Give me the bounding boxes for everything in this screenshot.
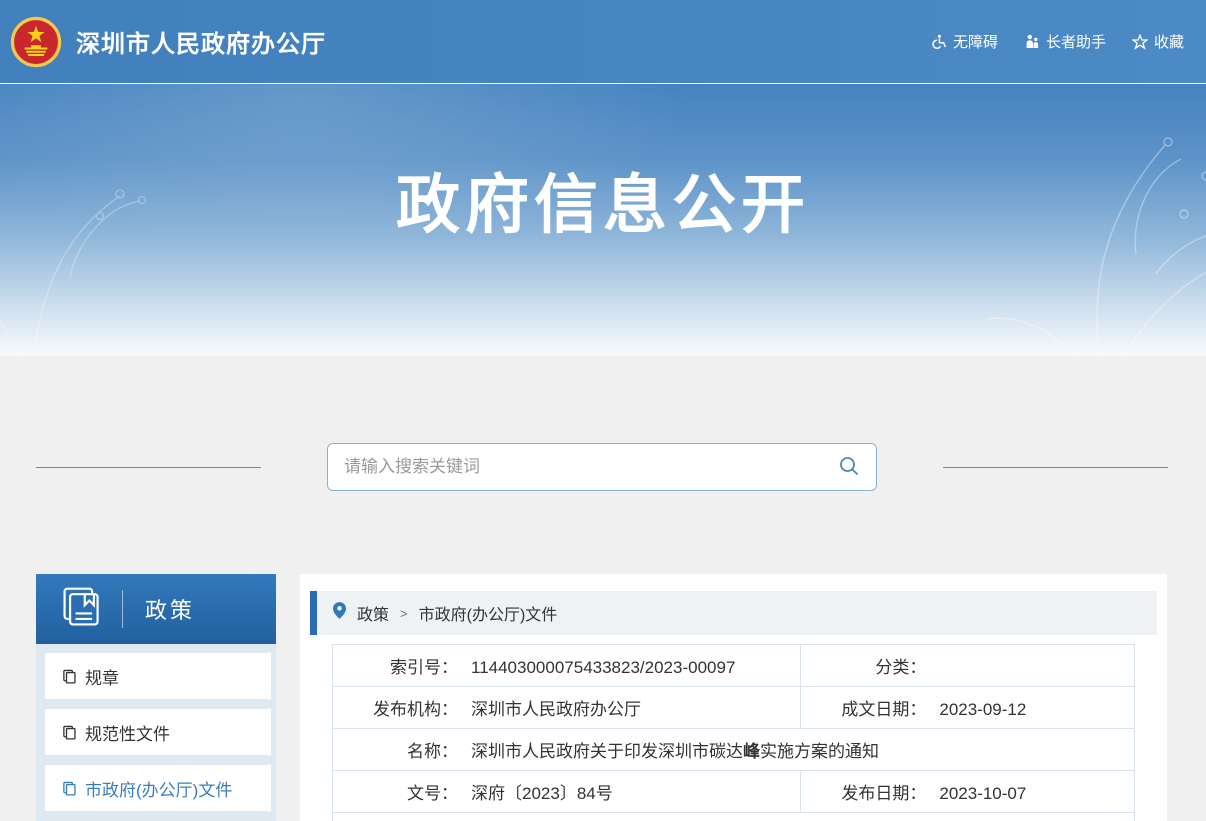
elder-assist-link[interactable]: 长者助手	[1024, 31, 1106, 52]
sidebar-title: 政策	[145, 593, 195, 625]
breadcrumb: 政策 > 市政府(办公厅)文件	[310, 591, 1157, 635]
publish-date-cell: 发布日期： 2023-10-07	[801, 771, 1135, 813]
table-row: 文号： 深府〔2023〕84号 发布日期： 2023-10-07	[333, 771, 1135, 813]
sidebar-item-regulations[interactable]: 规章	[45, 653, 271, 699]
sidebar-item-label: 规章	[85, 664, 119, 689]
document-name-label: 名称：	[333, 737, 458, 762]
search-box	[327, 443, 877, 491]
topbar-links: 无障碍 长者助手 收藏	[931, 31, 1184, 52]
site-title: 深圳市人民政府办公厅	[76, 24, 326, 59]
document-name-value: 深圳市人民政府关于印发深圳市碳达峰实施方案的通知	[471, 742, 879, 761]
doc-number-value: 深府〔2023〕84号	[471, 784, 613, 803]
banner: 政府信息公开	[0, 83, 1206, 356]
search-icon	[838, 455, 860, 480]
decorative-line-right	[943, 467, 1168, 468]
sidebar: 政策 规章 规范性文件	[36, 574, 276, 821]
book-icon	[60, 585, 104, 634]
topbar: 深圳市人民政府办公厅 无障碍 长者助手	[0, 0, 1206, 83]
publisher-value: 深圳市人民政府办公厅	[471, 700, 641, 719]
doc-number-cell: 文号： 深府〔2023〕84号	[333, 771, 801, 813]
document-icon	[62, 725, 77, 740]
written-date-label: 成文日期：	[801, 695, 926, 720]
location-pin-icon	[333, 602, 346, 624]
document-icon	[62, 669, 77, 684]
highlighted-keyword: 峰	[743, 742, 760, 761]
elder-assist-label: 长者助手	[1046, 31, 1106, 52]
publish-date-label: 发布日期：	[801, 779, 926, 804]
document-icon	[62, 781, 77, 796]
publisher-label: 发布机构：	[333, 695, 458, 720]
wheelchair-icon	[931, 34, 947, 50]
national-emblem-icon	[10, 16, 62, 68]
index-number-value: 114403000075433823/2023-00097	[471, 658, 735, 677]
content-row: 政策 规章 规范性文件	[0, 574, 1206, 821]
document-name-cell: 名称： 深圳市人民政府关于印发深圳市碳达峰实施方案的通知	[333, 729, 1135, 771]
index-number-cell: 索引号： 114403000075433823/2023-00097	[333, 645, 801, 687]
breadcrumb-separator: >	[400, 606, 408, 621]
sidebar-item-normative-documents[interactable]: 规范性文件	[45, 709, 271, 755]
page-title: 政府信息公开	[0, 84, 1206, 246]
publisher-cell: 发布机构： 深圳市人民政府办公厅	[333, 687, 801, 729]
star-icon	[1132, 34, 1148, 50]
table-row: 索引号： 114403000075433823/2023-00097 分类：	[333, 645, 1135, 687]
sidebar-header-divider	[122, 590, 123, 628]
publish-date-value: 2023-10-07	[939, 784, 1026, 803]
main-section: 政策 规章 规范性文件	[0, 356, 1206, 821]
accessibility-link[interactable]: 无障碍	[931, 31, 998, 52]
category-label: 分类：	[801, 653, 926, 678]
search-input[interactable]	[344, 457, 838, 477]
decorative-line-left	[36, 467, 261, 468]
accessibility-label: 无障碍	[953, 31, 998, 52]
sidebar-item-label: 规范性文件	[85, 720, 170, 745]
doc-number-label: 文号：	[333, 779, 458, 804]
sidebar-header: 政策	[36, 574, 276, 644]
breadcrumb-item-policy[interactable]: 政策	[357, 601, 389, 625]
main-panel: 政策 > 市政府(办公厅)文件 索引号： 114403000075433823/2…	[300, 574, 1167, 821]
document-meta-table: 索引号： 114403000075433823/2023-00097 分类： 发布…	[332, 644, 1135, 821]
breadcrumb-item-current: 市政府(办公厅)文件	[419, 601, 558, 625]
written-date-cell: 成文日期： 2023-09-12	[801, 687, 1135, 729]
table-row: 名称： 深圳市人民政府关于印发深圳市碳达峰实施方案的通知	[333, 729, 1135, 771]
elder-icon	[1024, 34, 1040, 50]
written-date-value: 2023-09-12	[939, 700, 1026, 719]
table-row	[333, 813, 1135, 821]
table-row: 发布机构： 深圳市人民政府办公厅 成文日期： 2023-09-12	[333, 687, 1135, 729]
favorite-link[interactable]: 收藏	[1132, 31, 1184, 52]
category-cell: 分类：	[801, 645, 1135, 687]
sidebar-item-municipal-documents[interactable]: 市政府(办公厅)文件	[45, 765, 271, 811]
search-row	[0, 443, 1206, 491]
favorite-label: 收藏	[1154, 31, 1184, 52]
sidebar-items: 规章 规范性文件 市政府(办公厅)文件	[36, 644, 276, 821]
sidebar-item-label: 市政府(办公厅)文件	[85, 776, 232, 801]
search-button[interactable]	[838, 455, 860, 480]
index-number-label: 索引号：	[333, 653, 458, 678]
partial-row-cell	[333, 813, 1135, 821]
